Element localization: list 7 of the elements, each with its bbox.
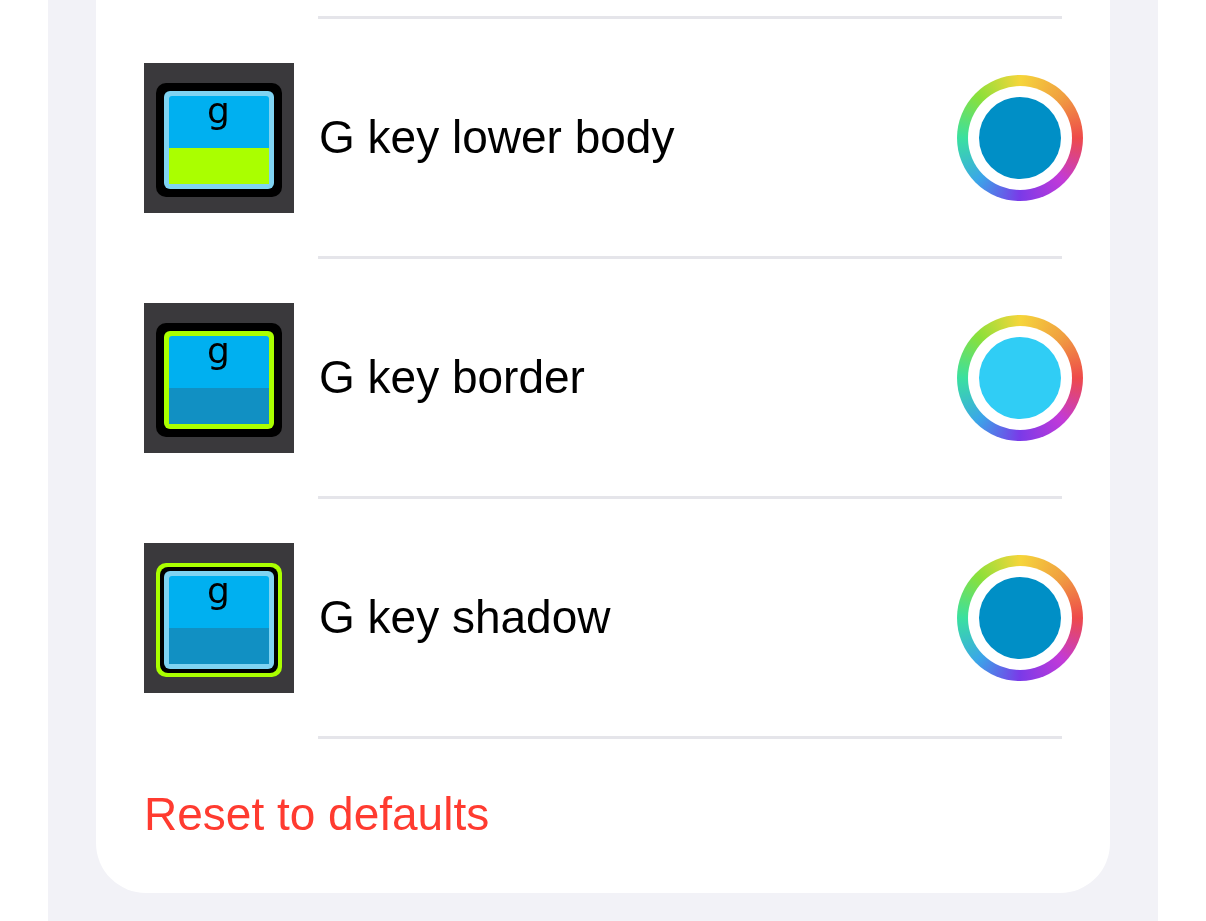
key-letter: g <box>207 332 230 369</box>
row-label: G key lower body <box>319 110 676 165</box>
reset-link[interactable]: Reset to defaults <box>144 791 490 837</box>
row-label: G key border <box>319 350 586 405</box>
row-label: G key shadow <box>319 590 612 645</box>
key-letter: g <box>207 92 230 129</box>
key-letter: g <box>207 572 230 609</box>
